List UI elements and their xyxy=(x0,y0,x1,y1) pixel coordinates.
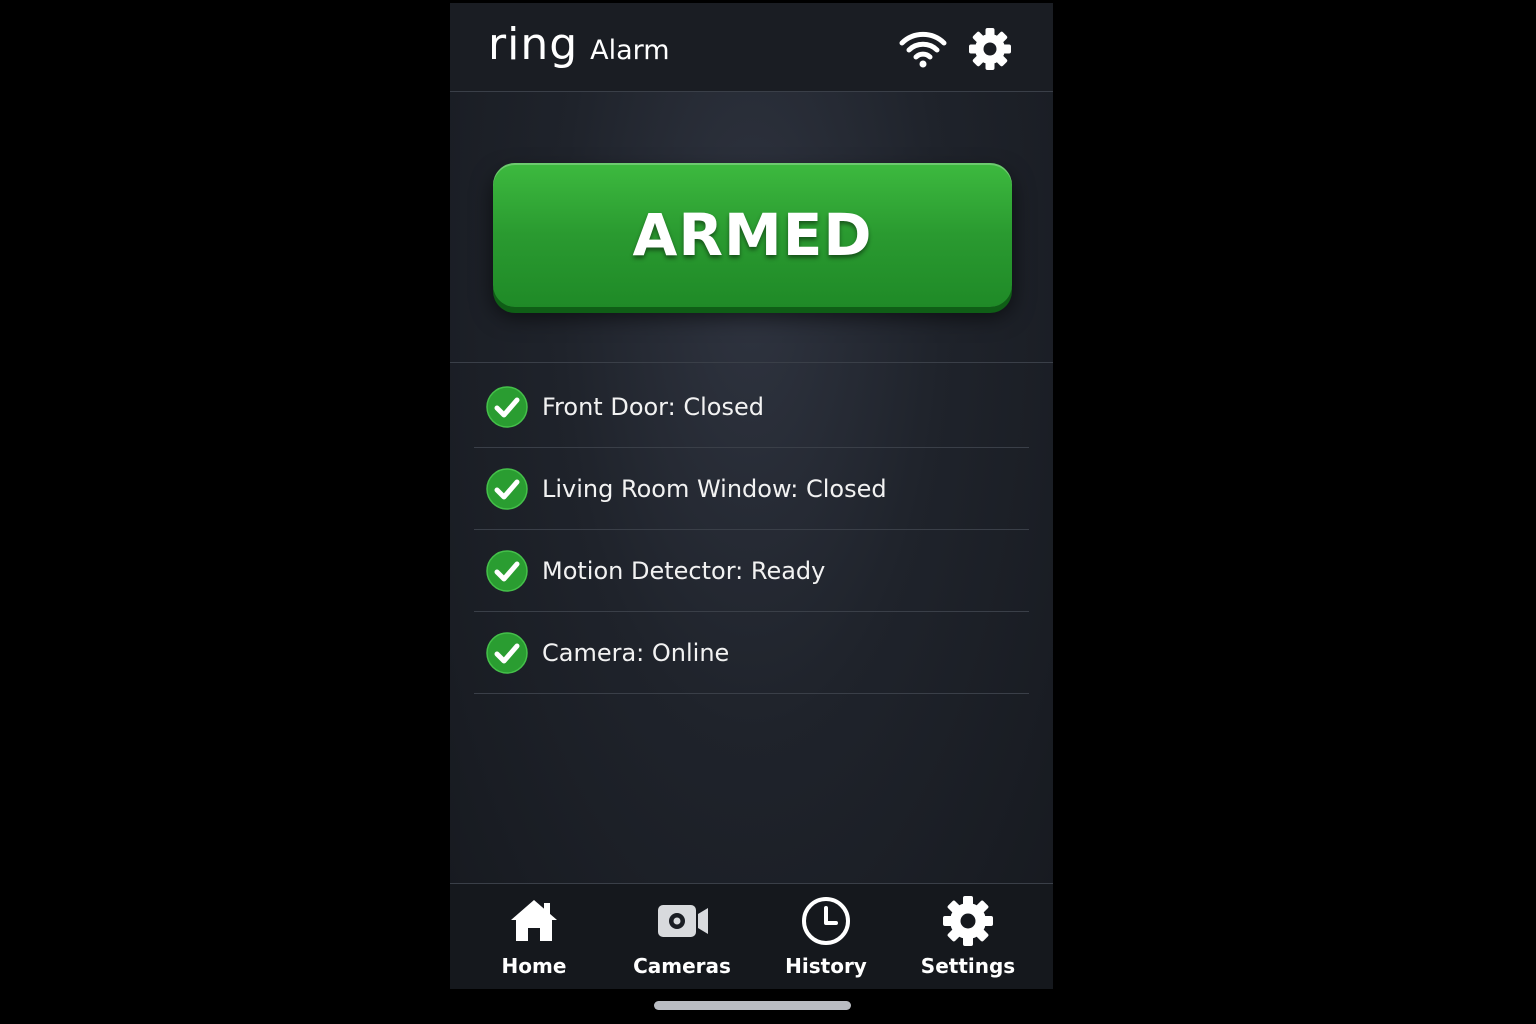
wifi-icon[interactable] xyxy=(898,29,948,69)
gear-icon xyxy=(943,896,993,946)
app-header: ring Alarm xyxy=(450,3,1053,92)
app-screen: ring Alarm ARMED Front Door: Closed Livi… xyxy=(450,3,1053,989)
list-item: Front Door: Closed xyxy=(474,366,1029,448)
list-item: Camera: Online xyxy=(474,612,1029,694)
armed-button[interactable]: ARMED xyxy=(493,163,1012,307)
app-title: Alarm xyxy=(590,35,670,66)
armed-label: ARMED xyxy=(632,201,873,269)
brand: ring Alarm xyxy=(488,19,670,70)
home-indicator[interactable] xyxy=(654,1001,851,1010)
arm-panel: ARMED xyxy=(450,92,1053,363)
status-text: Front Door: Closed xyxy=(542,392,764,421)
list-item: Living Room Window: Closed xyxy=(474,448,1029,530)
check-circle-icon xyxy=(486,549,528,592)
nav-label: Home xyxy=(501,954,567,978)
status-text: Living Room Window: Closed xyxy=(542,474,887,503)
check-circle-icon xyxy=(486,631,528,674)
sensor-status-list: Front Door: Closed Living Room Window: C… xyxy=(474,366,1029,694)
status-text: Motion Detector: Ready xyxy=(542,556,826,585)
camera-icon xyxy=(658,905,708,937)
nav-label: Settings xyxy=(920,954,1016,978)
check-circle-icon xyxy=(486,385,528,428)
clock-icon xyxy=(802,897,850,945)
gear-icon[interactable] xyxy=(968,27,1012,71)
check-circle-icon xyxy=(486,467,528,510)
home-icon xyxy=(511,900,557,941)
nav-item-settings[interactable]: Settings xyxy=(898,894,1038,988)
nav-item-cameras[interactable]: Cameras xyxy=(612,894,752,988)
ring-logo: ring xyxy=(488,19,579,70)
nav-label: Cameras xyxy=(633,954,731,978)
list-item: Motion Detector: Ready xyxy=(474,530,1029,612)
nav-item-history[interactable]: History xyxy=(756,894,896,988)
bottom-nav: Home Cameras History Settings xyxy=(450,883,1053,989)
nav-label: History xyxy=(785,954,867,978)
nav-item-home[interactable]: Home xyxy=(464,894,604,988)
status-text: Camera: Online xyxy=(542,638,730,667)
